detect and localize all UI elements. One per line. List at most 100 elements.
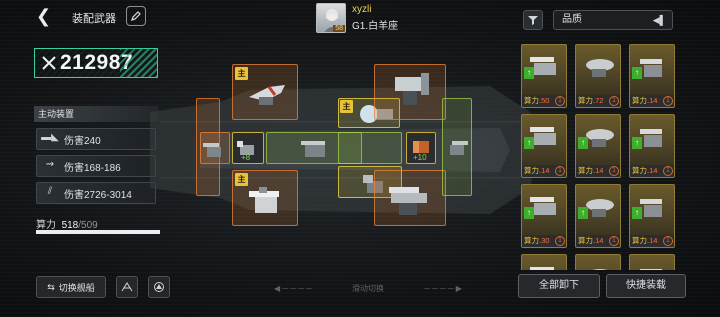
skill-item[interactable]: ⫽ 伤害2726-3014 [36, 182, 156, 204]
sort-select[interactable]: 品质 ◀▌ [553, 10, 673, 30]
weapon-icon [640, 59, 662, 77]
small-cannon-icon [450, 141, 468, 155]
weapon-slot-main[interactable]: 主 [232, 170, 298, 226]
upgrade-arrow-icon: ↑ [578, 207, 588, 219]
rotary-cannon-icon [395, 73, 429, 105]
weapon-slot[interactable]: +8 [232, 132, 264, 164]
weapon-card[interactable]: ↑ 算力.14 1 [629, 184, 675, 248]
ammo-count: 1 [609, 236, 619, 246]
weapon-slot[interactable] [374, 64, 446, 120]
ammo-count: 1 [663, 236, 673, 246]
card-power-label: 算力. [632, 166, 650, 175]
formation-icon [121, 282, 133, 292]
fleet-button[interactable] [148, 276, 170, 298]
fleet-icon [154, 282, 164, 292]
weapon-icon [586, 199, 614, 217]
card-power-value: 14 [595, 236, 604, 245]
skill-text: 伤害240 [64, 135, 101, 147]
weapon-card[interactable] [521, 254, 567, 270]
ammo-count: 1 [663, 96, 673, 106]
skill-text: 伤害168-186 [64, 162, 121, 174]
weapon-card[interactable]: 算力.72 1 [575, 44, 621, 108]
card-power-label: 算力. [578, 96, 596, 105]
weapon-slot[interactable] [338, 132, 402, 164]
ammo-count: 1 [609, 96, 619, 106]
railgun-icon [389, 187, 427, 215]
weapon-slot-main[interactable]: 主 [232, 64, 298, 120]
weapon-card[interactable]: ↑ 算力.50 1 [521, 44, 567, 108]
ship-layout: 主 主 +8 主 +10 [140, 64, 540, 228]
upgrade-arrow-icon: ↑ [632, 137, 642, 149]
switch-ship-button[interactable]: ⇆ 切换舰船 [36, 276, 106, 298]
skill-item[interactable]: ⇝ 伤害168-186 [36, 155, 156, 177]
back-button[interactable]: ❮ [36, 6, 54, 26]
right-arrows-icon: ─ ─ ─ ─ ▶ [424, 284, 462, 293]
weapon-icon [640, 269, 662, 270]
weapon-icon [530, 267, 554, 270]
weapon-icon [530, 127, 556, 145]
card-power-value: 72 [595, 96, 604, 105]
player-name: xyzli [352, 4, 372, 15]
weapon-card[interactable]: ↑ 算力.14 1 [629, 44, 675, 108]
formation-button[interactable] [116, 276, 138, 298]
upgrade-arrow-icon: ↑ [578, 137, 588, 149]
ammo-count: 1 [555, 96, 565, 106]
card-power-value: 30 [541, 236, 550, 245]
upgrade-arrow-icon: ↑ [632, 207, 642, 219]
weapon-slot[interactable] [374, 170, 446, 226]
compute-bar-fill [36, 230, 160, 234]
weapon-icon [592, 269, 608, 270]
bonus-label: +10 [413, 153, 427, 162]
quick-equip-button[interactable]: 快捷装载 [606, 274, 686, 298]
weapon-card[interactable]: ↑ 算力.14 1 [575, 114, 621, 178]
player-title: G1.白羊座 [352, 21, 399, 32]
card-power-label: 算力. [524, 166, 542, 175]
chevron-left-icon: ❮ [36, 6, 52, 26]
pencil-icon [131, 11, 141, 21]
upgrade-arrow-icon: ↑ [524, 67, 534, 79]
weapon-slot[interactable] [200, 132, 230, 164]
ammo-count: 1 [555, 166, 565, 176]
small-cannon-icon [203, 143, 221, 157]
card-power-label: 算力. [524, 96, 542, 105]
gatling-turret-icon [249, 187, 279, 213]
weapon-icon [530, 197, 556, 215]
weapon-card[interactable]: ↑ 算力.14 1 [629, 114, 675, 178]
card-power-value: 14 [649, 166, 658, 175]
cannon-icon: ▬◣ [41, 132, 59, 143]
weapon-card[interactable] [575, 254, 621, 270]
card-power-value: 14 [595, 166, 604, 175]
crossed-swords-icon [42, 56, 56, 70]
filter-button[interactable] [523, 10, 543, 30]
weapon-card[interactable]: ↑ 算力.14 1 [575, 184, 621, 248]
skill-item[interactable]: ▬◣ 伤害240 [36, 128, 156, 150]
weapon-card[interactable]: ↑ 算力.14 1 [521, 114, 567, 178]
sort-order-icon: ◀▌ [652, 15, 666, 25]
card-power-label: 算力. [632, 236, 650, 245]
bonus-label: +8 [241, 153, 251, 162]
avatar[interactable]: 58 [316, 3, 346, 33]
card-power-value: 14 [649, 96, 658, 105]
weapon-slot[interactable]: +10 [406, 132, 436, 164]
ammo-count: 1 [609, 166, 619, 176]
sort-label: 品质 [562, 14, 582, 25]
unload-all-button[interactable]: 全部卸下 [518, 274, 600, 298]
slide-hint: ◀ ─ ─ ─ ─ 滑动切换 ─ ─ ─ ─ ▶ [248, 283, 488, 294]
weapon-card[interactable]: ↑ 算力.30 1 [521, 184, 567, 248]
upgrade-arrow-icon: ↑ [632, 67, 642, 79]
upgrade-arrow-icon: ↑ [524, 137, 534, 149]
swap-icon: ⇆ [47, 281, 55, 292]
player-level: 58 [333, 25, 345, 32]
slide-hint-text: 滑动切换 [352, 284, 384, 293]
card-power-label: 算力. [632, 96, 650, 105]
rename-button[interactable] [126, 6, 146, 26]
compute-power: 算力 518/509 [36, 216, 98, 231]
weapon-icon [530, 57, 556, 75]
twin-cannon-icon [301, 141, 325, 157]
page-title: 装配武器 [72, 13, 116, 25]
card-power-value: 14 [649, 236, 658, 245]
weapon-card[interactable] [629, 254, 675, 270]
weapon-slot[interactable] [442, 98, 472, 196]
card-power-value: 50 [541, 96, 550, 105]
weapon-icon [586, 59, 614, 77]
